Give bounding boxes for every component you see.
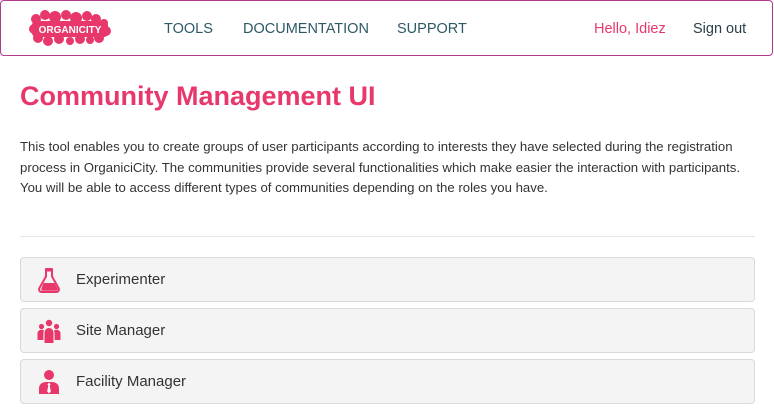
flask-icon [38,268,60,293]
user-tie-icon [39,370,59,394]
site-manager-panel[interactable]: Site Manager [20,308,755,353]
section-divider [20,236,755,237]
site-manager-label: Site Manager [76,322,166,339]
intro-text: This tool enables you to create groups o… [20,137,760,199]
nav-documentation-link[interactable]: DOCUMENTATION [243,21,369,37]
experimenter-panel[interactable]: Experimenter [20,257,755,302]
experimenter-label: Experimenter [76,271,166,288]
page-title: Community Management UI [20,81,376,111]
nav-support-link[interactable]: SUPPORT [397,21,467,37]
logo-text: ORGANICITY [39,25,102,36]
user-greeting-link[interactable]: Hello, Idiez [594,21,666,37]
top-navbar: ORGANICITY TOOLS DOCUMENTATION SUPPORT H… [0,0,773,56]
sign-out-link[interactable]: Sign out [693,21,746,37]
organicity-logo[interactable]: ORGANICITY [28,9,112,47]
facility-manager-panel[interactable]: Facility Manager [20,359,755,404]
group-icon [37,319,61,343]
intro-paragraph: You will be able to access different typ… [20,180,548,195]
intro-paragraph: This tool enables you to create groups o… [20,139,741,175]
nav-tools-link[interactable]: TOOLS [164,21,213,37]
facility-manager-label: Facility Manager [76,373,187,390]
